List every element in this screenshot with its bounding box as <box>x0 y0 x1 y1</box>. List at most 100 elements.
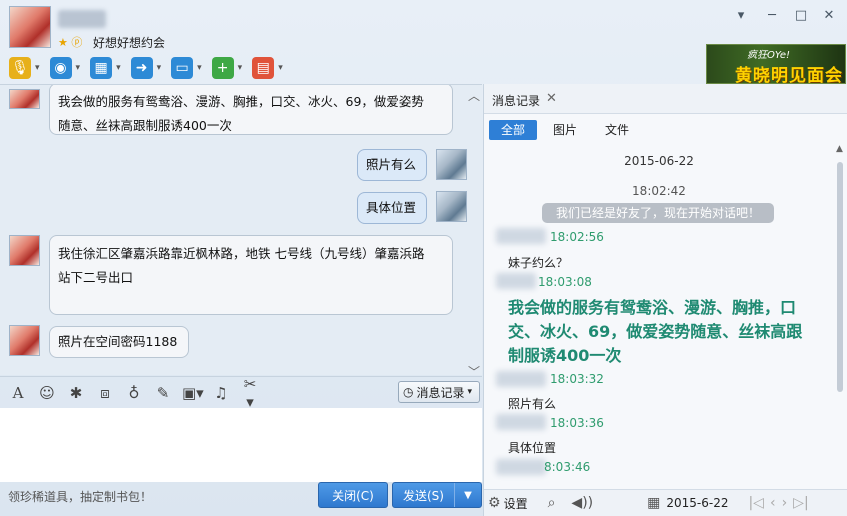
status-icons: ★ ⓟ <box>58 36 83 49</box>
apps-tool[interactable]: ▤ ▾ <box>249 54 286 82</box>
scroll-down-icon[interactable]: ﹀ <box>468 363 480 375</box>
chevron-down-icon[interactable]: ▾ <box>278 63 283 73</box>
message-input[interactable] <box>0 408 482 482</box>
history-message-text: 妹子约么？ <box>508 256 569 270</box>
image-icon[interactable]: ▣▾ <box>182 384 204 402</box>
message-bubble[interactable]: 照片在空间密码1188 <box>49 326 189 358</box>
sender-name-blurred <box>496 228 546 244</box>
close-button[interactable]: 关闭(C) <box>318 482 388 508</box>
message-text: 照片有么 <box>366 157 417 172</box>
first-page-icon[interactable]: |◁ <box>748 495 763 511</box>
message-timestamp: 18:03:32 <box>550 372 604 386</box>
message-bubble[interactable]: 具体位置 <box>357 192 427 224</box>
message-history-button[interactable]: ◷ 消息记录 ▾ <box>398 381 480 403</box>
send-file-icon: ➜ <box>130 57 153 79</box>
next-page-icon[interactable]: › <box>782 495 788 511</box>
screen-share-tool[interactable]: ▭ ▾ <box>168 54 205 82</box>
sender-name-blurred <box>496 459 546 475</box>
scissors-icon[interactable]: ✂▾ <box>240 375 260 411</box>
emoji-icon[interactable]: ☺ <box>37 384 57 402</box>
remote-desktop-icon: ▦ <box>90 57 113 79</box>
message-text: 站下二号出口 <box>58 270 134 285</box>
send-label[interactable]: 发送(S) <box>393 483 455 507</box>
message-bubble[interactable]: 照片有么 <box>357 149 427 181</box>
chevron-down-icon: ▾ <box>467 387 473 397</box>
message-timestamp: 8:03:46 <box>544 460 591 474</box>
history-scrollbar[interactable]: ▲ <box>836 144 844 484</box>
gear-icon[interactable]: ⚙ <box>488 495 501 511</box>
contact-avatar[interactable] <box>9 6 51 48</box>
remote-desktop-tool[interactable]: ▦ ▾ <box>87 54 124 82</box>
history-list[interactable]: 2015-06-22 18:02:42 我们已经是好友了，现在开始对话吧！ 18… <box>484 144 834 484</box>
history-bottom-bar: ⚙ 设置 ⌕ ◀)) ▦ 2015-6-22 |◁ ‹ › ▷| <box>484 489 847 516</box>
maximize-button[interactable]: □ <box>793 8 809 24</box>
chevron-down-icon[interactable]: ▾ <box>35 63 40 73</box>
music-icon[interactable]: ♫ <box>211 384 231 402</box>
prev-page-icon[interactable]: ‹ <box>770 495 776 511</box>
voice-message-icon[interactable]: ♁ <box>124 384 144 402</box>
filter-images-tab[interactable]: 图片 <box>541 120 589 140</box>
edit-icon[interactable]: ✎ <box>153 384 173 402</box>
history-tab-label: 消息记录 <box>492 94 541 108</box>
send-button[interactable]: 发送(S) ▼ <box>392 482 482 508</box>
sender-name-blurred <box>496 371 546 387</box>
message-timestamp: 18:03:36 <box>550 416 604 430</box>
history-panel: 消息记录 ✕ 全部 图片 文件 2015-06-22 18:02:42 我们已经… <box>483 84 847 516</box>
ad-banner[interactable]: 疯狂OYe! 黄晓明见面会 <box>706 44 846 84</box>
calendar-icon[interactable]: ▦ <box>647 495 660 511</box>
chevron-down-icon[interactable]: ▾ <box>238 63 243 73</box>
filter-all-tab[interactable]: 全部 <box>489 120 537 140</box>
history-date: 2015-06-22 <box>624 154 694 168</box>
chat-message-area[interactable]: 我会做的服务有鸳鸯浴、漫游、胸推，口交、冰火、69，做爱姿势 随意、丝袜高跟制服… <box>0 84 482 375</box>
top-toolbar: 🎙 ▾ ◉ ▾ ▦ ▾ ➜ ▾ ▭ ▾ + ▾ ▤ ▾ <box>6 54 286 82</box>
chevron-down-icon[interactable]: ▾ <box>116 63 121 73</box>
voice-call-tool[interactable]: 🎙 ▾ <box>6 54 43 82</box>
clock-icon: ◷ <box>403 385 414 399</box>
send-file-tool[interactable]: ➜ ▾ <box>128 54 165 82</box>
message-text: 具体位置 <box>366 200 417 215</box>
last-page-icon[interactable]: ▷| <box>793 495 808 511</box>
screenshot-region-icon[interactable]: ⧈ <box>95 384 115 402</box>
filter-files-tab[interactable]: 文件 <box>593 120 641 140</box>
my-avatar <box>436 149 467 180</box>
ad-title: 黄晓明见面会 <box>735 66 843 84</box>
message-text: 我会做的服务有鸳鸯浴、漫游、胸推，口交、冰火、69，做爱姿势 <box>58 94 424 109</box>
history-message-text: 我会做的服务有鸳鸯浴、漫游、胸推，口交、冰火、69，做爱姿势随意、丝袜高跟制服诱… <box>508 298 803 365</box>
scroll-up-arrow-icon[interactable]: ▲ <box>836 144 843 154</box>
settings-label[interactable]: 设置 <box>504 495 528 512</box>
my-avatar <box>436 191 467 222</box>
screen-share-icon: ▭ <box>171 57 194 79</box>
speaker-icon[interactable]: ◀)) <box>571 495 593 511</box>
chevron-down-icon[interactable]: ▾ <box>76 63 81 73</box>
message-text: 随意、丝袜高跟制服诱400一次 <box>58 118 232 133</box>
history-message-text: 具体位置 <box>508 441 557 455</box>
scrollbar-thumb[interactable] <box>837 162 843 392</box>
history-message-text: 照片有么 <box>508 397 557 411</box>
message-timestamp: 18:02:56 <box>550 230 604 244</box>
ad-subtitle: 疯狂OYe! <box>747 50 791 61</box>
scroll-up-icon[interactable]: ︿ <box>468 87 480 104</box>
history-tab[interactable]: 消息记录 ✕ <box>484 84 847 114</box>
send-options-dropdown-icon[interactable]: ▼ <box>455 483 481 507</box>
search-icon[interactable]: ⌕ <box>548 495 556 511</box>
message-bubble[interactable]: 我会做的服务有鸳鸯浴、漫游、胸推，口交、冰火、69，做爱姿势 随意、丝袜高跟制服… <box>49 85 453 135</box>
message-bubble[interactable]: 我住徐汇区肇嘉浜路靠近枫林路，地铁 七号线（九号线）肇嘉浜路 站下二号出口 <box>49 235 453 315</box>
minimize-button[interactable]: ─ <box>764 8 780 24</box>
add-chat-tool[interactable]: + ▾ <box>209 54 246 82</box>
chevron-down-icon[interactable]: ▾ <box>157 63 162 73</box>
chevron-down-icon[interactable]: ▾ <box>197 63 202 73</box>
magic-icon[interactable]: ✱ <box>66 384 86 402</box>
contact-signature: 好想好想约会 <box>93 36 166 50</box>
date-picker-value[interactable]: 2015-6-22 <box>666 496 728 510</box>
close-window-button[interactable]: ✕ <box>821 8 837 24</box>
video-call-tool[interactable]: ◉ ▾ <box>47 54 84 82</box>
apps-icon: ▤ <box>252 57 275 79</box>
system-message: 我们已经是好友了，现在开始对话吧！ <box>542 203 774 223</box>
sender-name-blurred <box>496 414 546 430</box>
promo-tip-link[interactable]: 领珍稀道具，抽定制书包！ <box>8 488 152 505</box>
close-tab-icon[interactable]: ✕ <box>546 91 557 106</box>
menu-dropdown-icon[interactable]: ▾ <box>733 8 749 24</box>
sender-name-blurred <box>496 273 536 289</box>
message-text: 我住徐汇区肇嘉浜路靠近枫林路，地铁 七号线（九号线）肇嘉浜路 <box>58 246 425 261</box>
font-icon[interactable]: A <box>8 384 28 402</box>
